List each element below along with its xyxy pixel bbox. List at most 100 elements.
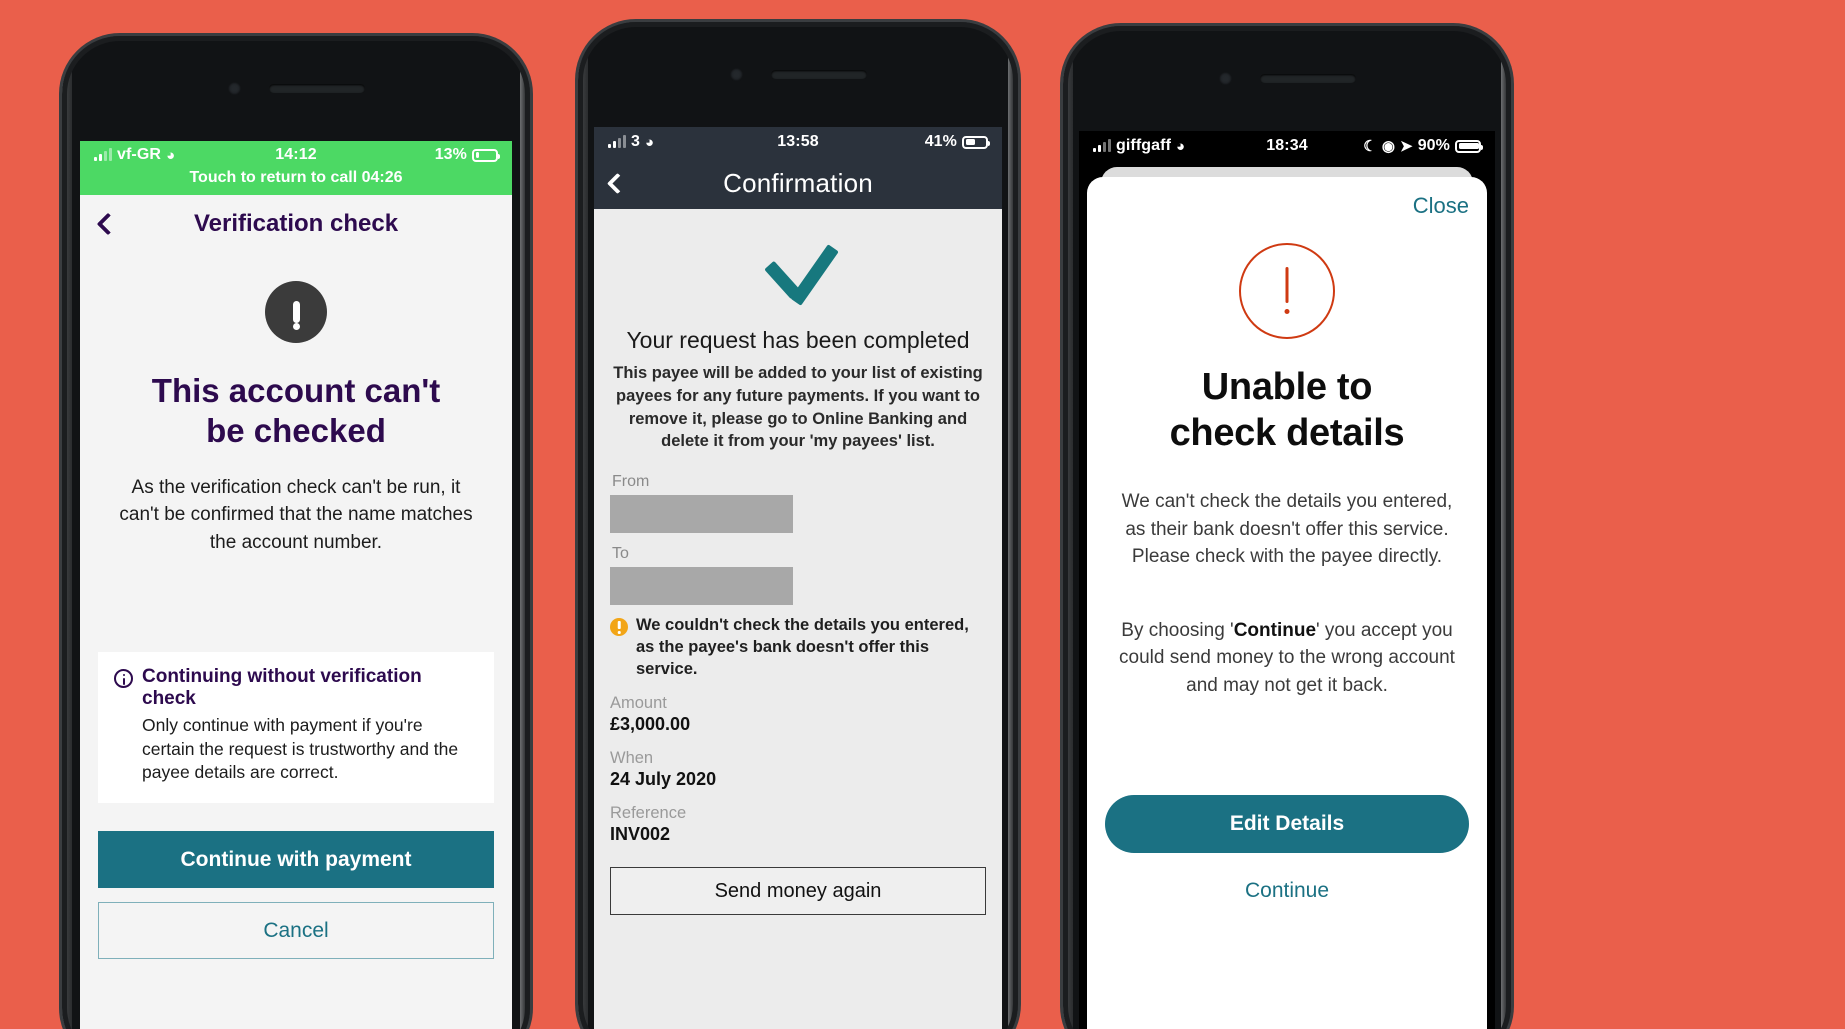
phone-bezel-right [1501, 26, 1511, 1029]
field-to-label: To [612, 545, 629, 563]
field-from-label: From [612, 473, 650, 491]
earpiece-speaker [1259, 74, 1356, 83]
carrier-label: 3 [631, 133, 640, 150]
detail-when: When 24 July 2020 [610, 749, 986, 790]
field-to: To [610, 545, 986, 606]
status-bar-left: vf-GR ◕ [94, 146, 275, 164]
detail-when-label: When [610, 749, 654, 768]
signal-bars-icon [1093, 139, 1111, 152]
status-bar: vf-GR ◕ 14:12 13% [80, 141, 512, 169]
detail-reference-value: INV002 [610, 824, 671, 845]
phone-unable-to-check-details: giffgaff ◕ 18:34 ☾ ◉ ➤ 90% Close Unable … [1063, 26, 1511, 1029]
moon-icon: ☾ [1363, 137, 1377, 155]
field-from: From [610, 473, 986, 534]
check-mark-icon [755, 243, 841, 305]
wifi-icon: ◕ [166, 146, 176, 164]
page-title: Verification check [193, 210, 399, 237]
status-bar-right: ☾ ◉ ➤ 90% [1308, 137, 1484, 155]
cancel-button[interactable]: Cancel [98, 902, 494, 960]
front-camera-icon [227, 82, 241, 95]
modal-sheet: Close Unable to check details We can't c… [1087, 177, 1487, 1029]
detail-amount-value: £3,000.00 [610, 714, 691, 735]
phone3-screen: giffgaff ◕ 18:34 ☾ ◉ ➤ 90% Close Unable … [1079, 131, 1495, 1029]
exclamation-filled-circle-icon [265, 281, 327, 343]
field-from-redacted-value [610, 495, 793, 534]
phone-earpiece-area [62, 36, 530, 141]
detail-when-value: 24 July 2020 [610, 769, 717, 790]
battery-percent-label: 41% [924, 133, 958, 150]
front-camera-icon [729, 68, 743, 81]
detail-amount: Amount £3,000.00 [610, 694, 986, 735]
close-button[interactable]: Close [1105, 193, 1469, 219]
info-card-heading-row: Continuing without verification check [114, 666, 478, 710]
modal-heading-line-1: Unable to [1201, 366, 1373, 408]
exclamation-outline-circle-icon [1239, 243, 1335, 339]
battery-icon [472, 148, 501, 162]
info-card-body: Only continue with payment if you're cer… [142, 715, 459, 783]
phone2-screen: 3 ◕ 13:58 41% Confirmation Your request … [594, 127, 1002, 1029]
status-bar-left: 3 ◕ [608, 133, 777, 151]
info-circle-icon [114, 669, 133, 689]
signal-bars-icon [608, 135, 626, 148]
field-to-redacted-value [610, 567, 793, 606]
continue-with-payment-button[interactable]: Continue with payment [98, 831, 494, 889]
send-money-again-button[interactable]: Send money again [610, 867, 986, 916]
screen-heading: This account can't be checked [80, 371, 512, 452]
status-bar-time: 14:12 [275, 146, 317, 163]
earpiece-speaker [268, 84, 365, 93]
status-bar: 3 ◕ 13:58 41% [594, 127, 1002, 157]
front-camera-icon [1218, 72, 1232, 85]
status-bar-time: 13:58 [777, 133, 819, 150]
phone-verification-check: vf-GR ◕ 14:12 13% Touch to return to cal… [62, 36, 530, 1029]
edit-details-button[interactable]: Edit Details [1105, 795, 1469, 854]
page-title: Confirmation [723, 167, 873, 198]
carrier-label: giffgaff [1116, 137, 1172, 154]
heading-line-2: be checked [206, 412, 386, 450]
battery-percent-label: 13% [434, 146, 468, 163]
call-banner[interactable]: vf-GR ◕ 14:12 13% Touch to return to cal… [80, 141, 512, 195]
nav-bar: 3 ◕ 13:58 41% Confirmation [594, 127, 1002, 209]
call-banner-label[interactable]: Touch to return to call 04:26 [80, 169, 512, 190]
info-card: Continuing without verification check On… [98, 652, 494, 804]
status-bar-right: 41% [819, 133, 991, 151]
modal-body-text-2: By choosing 'Continue' you accept you co… [1105, 617, 1469, 700]
modal-body-2-bold: Continue [1233, 619, 1317, 641]
alarm-icon: ◉ [1381, 137, 1396, 155]
warning-text: We couldn't check the details you entere… [636, 616, 969, 678]
wifi-icon: ◕ [645, 133, 655, 151]
phone-bezel-right [1008, 22, 1018, 1029]
status-bar-right: 13% [317, 146, 501, 164]
status-bar-left: giffgaff ◕ [1093, 137, 1266, 155]
battery-icon [1455, 139, 1484, 153]
signal-bars-icon [94, 148, 112, 161]
phone-bezel-left [1063, 26, 1073, 1029]
location-arrow-icon: ➤ [1400, 137, 1413, 155]
warning-message: We couldn't check the details you entere… [610, 615, 986, 680]
modal-body-text-1: We can't check the details you entered, … [1121, 491, 1453, 568]
battery-icon [962, 135, 991, 149]
phone-earpiece-area [578, 22, 1018, 127]
phone-confirmation: 3 ◕ 13:58 41% Confirmation Your request … [578, 22, 1018, 1029]
battery-percent-label: 90% [1417, 137, 1451, 154]
detail-reference: Reference INV002 [610, 804, 986, 845]
phone-bezel-left [578, 22, 588, 1029]
modal-heading: Unable to check details [1105, 365, 1469, 456]
phone-earpiece-area [1063, 26, 1511, 131]
screen-body-text: This payee will be added to your list of… [613, 364, 983, 451]
modal-heading-line-2: check details [1169, 411, 1405, 454]
nav-bar: Verification check [80, 195, 512, 253]
nav-bar-row: Confirmation [594, 157, 1002, 209]
earpiece-speaker [770, 70, 867, 79]
detail-amount-label: Amount [610, 694, 667, 713]
screen-body-text: As the verification check can't be run, … [119, 476, 473, 553]
heading-line-1: This account can't [151, 372, 441, 409]
phone-bezel-right [520, 36, 530, 1029]
status-bar-time: 18:34 [1266, 137, 1308, 154]
carrier-label: vf-GR [117, 146, 162, 163]
screen-heading: Your request has been completed [626, 327, 970, 353]
wifi-icon: ◕ [1176, 137, 1186, 155]
info-card-heading: Continuing without verification check [142, 666, 422, 710]
screenshot-stage: vf-GR ◕ 14:12 13% Touch to return to cal… [0, 0, 1845, 1029]
continue-button[interactable]: Continue [1105, 879, 1469, 903]
